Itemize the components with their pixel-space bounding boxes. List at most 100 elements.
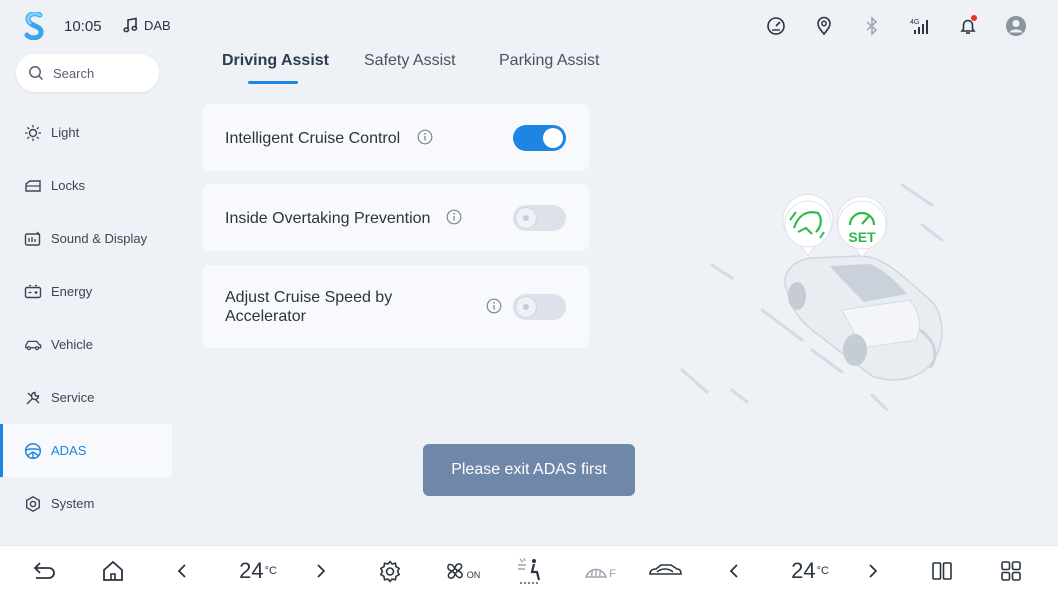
location-icon[interactable] bbox=[800, 14, 848, 38]
network-label: 4G bbox=[910, 19, 919, 26]
toggle-knob bbox=[543, 128, 563, 148]
notification-dot bbox=[971, 15, 977, 21]
cruise-set-badge: SET bbox=[836, 196, 888, 258]
sidebar-item-label: System bbox=[51, 496, 95, 511]
chevron-right-icon bbox=[317, 564, 326, 578]
temp-unit: °C bbox=[816, 565, 829, 577]
4g-signal-icon: 4G bbox=[896, 14, 944, 38]
audio-source-label: DAB bbox=[144, 17, 171, 33]
sidebar-item-system[interactable]: System bbox=[0, 477, 172, 530]
defrost-icon bbox=[585, 568, 608, 578]
climate-settings-button[interactable] bbox=[368, 546, 412, 595]
temp-unit: °C bbox=[264, 565, 277, 577]
left-temp-increase-button[interactable] bbox=[307, 546, 335, 595]
tab-label: Parking Assist bbox=[499, 52, 600, 69]
light-icon bbox=[24, 124, 42, 142]
sidebar-item-service[interactable]: Service bbox=[0, 371, 172, 424]
lane-assist-badge bbox=[782, 194, 834, 256]
sidebar-item-light[interactable]: Light bbox=[0, 106, 172, 159]
bluetooth-icon[interactable] bbox=[848, 14, 896, 38]
gear-icon bbox=[380, 560, 400, 583]
tab-label: Safety Assist bbox=[364, 52, 456, 69]
sidebar: Search Light Locks Sound & Display Energ… bbox=[0, 52, 172, 544]
adjust-cruise-speed-toggle[interactable] bbox=[513, 294, 566, 320]
tab-selected-indicator bbox=[248, 81, 298, 84]
sidebar-item-locks[interactable]: Locks bbox=[0, 159, 172, 212]
fan-button[interactable]: ON bbox=[440, 546, 484, 595]
search-icon bbox=[29, 66, 44, 81]
setting-card-intelligent-cruise-control: Intelligent Cruise Control bbox=[202, 104, 589, 171]
sound-display-icon bbox=[24, 230, 42, 248]
search-box[interactable]: Search bbox=[16, 54, 159, 92]
fan-status-label: ON bbox=[466, 570, 481, 580]
app-logo-icon bbox=[24, 12, 44, 40]
tab-driving-assist[interactable]: Driving Assist bbox=[222, 52, 364, 84]
sidebar-item-label: Vehicle bbox=[51, 337, 93, 352]
sidebar-item-label: Light bbox=[51, 125, 80, 140]
adas-exit-toast: Please exit ADAS first bbox=[423, 444, 635, 496]
airflow-mode-button[interactable] bbox=[507, 546, 551, 595]
intelligent-cruise-control-toggle[interactable] bbox=[513, 125, 566, 151]
back-button[interactable] bbox=[22, 546, 66, 595]
status-bar: 10:05 DAB 4G bbox=[0, 0, 1058, 52]
search-placeholder: Search bbox=[53, 65, 95, 81]
left-temp-decrease-button[interactable] bbox=[168, 546, 196, 595]
sidebar-item-label: Locks bbox=[51, 178, 85, 193]
chevron-right-icon bbox=[869, 564, 878, 578]
sidebar-item-label: Service bbox=[51, 390, 95, 405]
bottom-bar: 24 °C ON F 24 °C bbox=[0, 545, 1058, 595]
tab-parking-assist[interactable]: Parking Assist bbox=[499, 52, 619, 82]
toggle-knob bbox=[516, 297, 536, 317]
sidebar-item-vehicle[interactable]: Vehicle bbox=[0, 318, 172, 371]
setting-label: Inside Overtaking Prevention bbox=[225, 210, 431, 227]
toggle-knob bbox=[516, 208, 536, 228]
system-icon bbox=[24, 495, 42, 513]
car-body bbox=[784, 255, 943, 381]
app-grid-button[interactable] bbox=[989, 546, 1033, 595]
inside-overtaking-prevention-toggle[interactable] bbox=[513, 205, 566, 231]
left-temp-value: 24 bbox=[239, 558, 264, 583]
toast-message: Please exit ADAS first bbox=[451, 461, 607, 478]
chevron-left-icon bbox=[729, 564, 738, 578]
home-button[interactable] bbox=[91, 546, 135, 595]
split-screen-button[interactable] bbox=[920, 546, 964, 595]
chevron-left-icon bbox=[177, 564, 186, 578]
info-icon[interactable] bbox=[486, 298, 502, 314]
right-temp-increase-button[interactable] bbox=[859, 546, 887, 595]
setting-card-adjust-cruise-speed: Adjust Cruise Speed by Accelerator bbox=[202, 265, 589, 348]
tab-safety-assist[interactable]: Safety Assist bbox=[364, 52, 499, 82]
setting-label-line-2: Accelerator bbox=[225, 308, 306, 325]
fan-icon bbox=[446, 563, 463, 579]
sidebar-item-label: Sound & Display bbox=[51, 231, 148, 246]
right-temp-value: 24 bbox=[791, 558, 816, 583]
profile-icon[interactable] bbox=[992, 14, 1040, 38]
clock: 10:05 bbox=[64, 18, 102, 35]
bell-icon[interactable] bbox=[944, 14, 992, 38]
defrost-label: F bbox=[609, 568, 616, 580]
adas-wheel-icon bbox=[24, 442, 42, 460]
home-icon bbox=[103, 560, 123, 581]
right-temp-decrease-button[interactable] bbox=[720, 546, 748, 595]
audio-source[interactable]: DAB bbox=[122, 17, 171, 33]
car-icon bbox=[24, 336, 42, 354]
sidebar-item-sound-display[interactable]: Sound & Display bbox=[0, 212, 172, 265]
sidebar-item-label: ADAS bbox=[51, 443, 87, 458]
left-temperature: 24 °C bbox=[228, 546, 288, 595]
speedometer-icon[interactable] bbox=[752, 14, 800, 38]
right-temperature: 24 °C bbox=[780, 546, 840, 595]
split-screen-icon bbox=[932, 562, 952, 580]
car-recirculation-icon bbox=[649, 564, 682, 575]
set-badge-text: SET bbox=[848, 229, 876, 245]
door-icon bbox=[24, 177, 42, 195]
setting-card-inside-overtaking-prevention: Inside Overtaking Prevention bbox=[202, 184, 589, 251]
sidebar-item-adas[interactable]: ADAS bbox=[0, 424, 172, 477]
front-defrost-button[interactable]: F bbox=[578, 546, 622, 595]
battery-icon bbox=[24, 283, 42, 301]
music-note-icon bbox=[123, 17, 138, 33]
setting-label-line-1: Adjust Cruise Speed by bbox=[225, 289, 393, 306]
sidebar-item-energy[interactable]: Energy bbox=[0, 265, 172, 318]
info-icon[interactable] bbox=[417, 129, 433, 145]
info-icon[interactable] bbox=[446, 209, 462, 225]
air-recirculation-button[interactable] bbox=[643, 546, 687, 595]
car-adas-illustration: SET bbox=[680, 183, 944, 412]
